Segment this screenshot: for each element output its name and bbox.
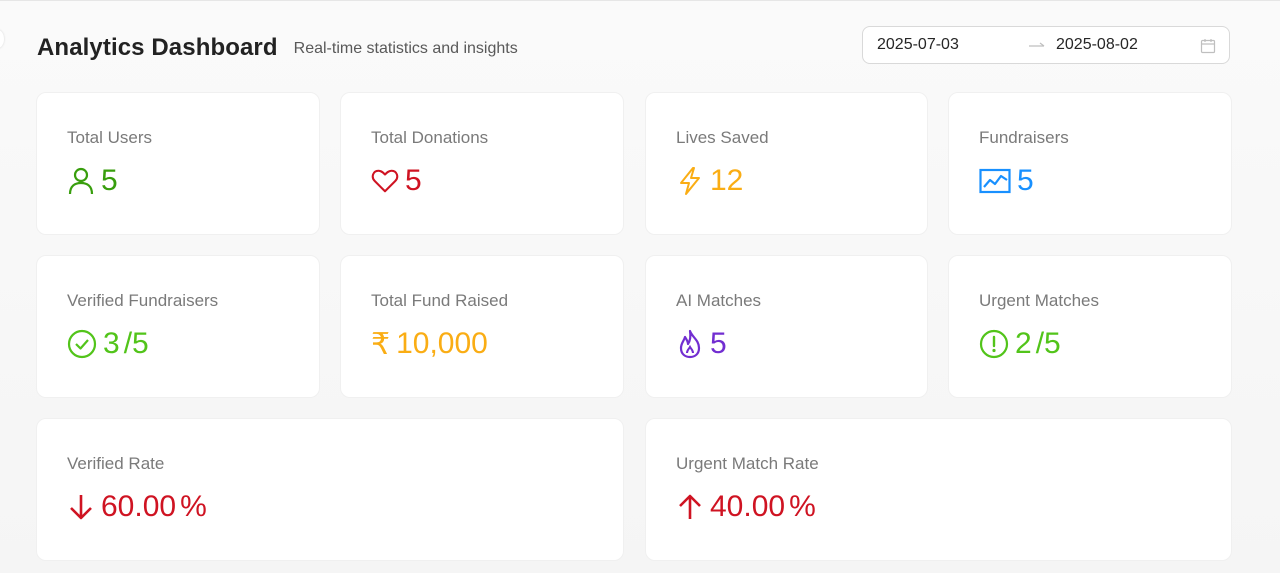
stat-suffix: % [789, 490, 816, 523]
fire-icon [676, 329, 704, 359]
date-range-picker[interactable]: 2025-07-03 2025-08-02 [862, 26, 1230, 64]
stat-label: Urgent Match Rate [676, 454, 819, 473]
stat-card-total-donations: Total Donations 5 [340, 92, 624, 235]
page-subtitle: Real-time statistics and insights [293, 40, 518, 57]
stat-value: 5 [710, 327, 727, 360]
stat-value-row: 5 [67, 161, 118, 201]
stat-value-row: ₹ 10,000 [371, 324, 488, 364]
stat-card-urgent-match-rate: Urgent Match Rate 40.00 % [645, 418, 1232, 561]
stat-label: Total Users [67, 128, 153, 147]
stat-label: Urgent Matches [979, 291, 1099, 310]
stat-card-ai-matches: AI Matches 5 [645, 255, 928, 398]
stat-value: 12 [710, 164, 744, 197]
stat-label: Verified Rate [67, 454, 165, 473]
stat-value: 2 [1015, 327, 1032, 360]
stat-value-row: 12 [676, 161, 743, 201]
stat-label: Lives Saved [676, 128, 769, 147]
stat-value-row: 5 [676, 324, 727, 364]
heart-icon [371, 166, 399, 196]
stat-card-total-users: Total Users 5 [36, 92, 320, 235]
arrow-down-icon [67, 492, 95, 522]
stat-suffix: /5 [1035, 327, 1061, 360]
stat-label: AI Matches [676, 291, 762, 310]
stat-value-row: 40.00 % [676, 487, 816, 527]
sidebar-toggle-handle[interactable] [0, 30, 4, 48]
thunderbolt-icon [676, 166, 704, 196]
stat-label: Verified Fundraisers [67, 291, 219, 310]
stat-suffix: % [180, 490, 207, 523]
stat-value-row: 2 /5 [979, 324, 1061, 364]
stat-value-row: 5 [979, 161, 1034, 201]
date-range-end[interactable]: 2025-08-02 [1056, 36, 1138, 54]
stat-value: 5 [1017, 164, 1034, 197]
page-header: Analytics Dashboard Real-time statistics… [37, 30, 518, 66]
arrow-up-icon [676, 492, 704, 522]
date-range-start[interactable]: 2025-07-03 [877, 36, 959, 54]
stat-card-urgent-matches: Urgent Matches 2 /5 [948, 255, 1232, 398]
stat-value-row: 3 /5 [67, 324, 149, 364]
exclamation-circle-icon [979, 329, 1009, 359]
stat-value: 10,000 [396, 327, 488, 360]
stat-value-row: 5 [371, 161, 422, 201]
stat-value: 60.00 [101, 490, 177, 523]
stat-card-verified-fundraisers: Verified Fundraisers 3 /5 [36, 255, 320, 398]
user-icon [67, 166, 95, 196]
line-chart-icon [979, 166, 1011, 196]
analytics-page: Analytics Dashboard Real-time statistics… [0, 0, 1280, 573]
calendar-icon[interactable] [1200, 38, 1216, 54]
page-title: Analytics Dashboard [37, 34, 278, 61]
stat-label: Fundraisers [979, 128, 1069, 147]
stat-value: 40.00 [710, 490, 786, 523]
stat-value: 3 [103, 327, 120, 360]
check-circle-icon [67, 329, 97, 359]
stat-value: 5 [405, 164, 422, 197]
stat-value: 5 [101, 164, 118, 197]
stat-card-fundraisers: Fundraisers 5 [948, 92, 1232, 235]
stat-card-verified-rate: Verified Rate 60.00 % [36, 418, 624, 561]
currency-symbol: ₹ [371, 327, 391, 361]
stat-card-lives-saved: Lives Saved 12 [645, 92, 928, 235]
stat-value-row: 60.00 % [67, 487, 207, 527]
stat-card-total-fund-raised: Total Fund Raised ₹ 10,000 [340, 255, 624, 398]
stat-label: Total Fund Raised [371, 291, 509, 310]
stat-label: Total Donations [371, 128, 489, 147]
stat-suffix: /5 [123, 327, 149, 360]
arrow-right-icon [1027, 37, 1047, 53]
top-divider [0, 0, 1280, 1]
